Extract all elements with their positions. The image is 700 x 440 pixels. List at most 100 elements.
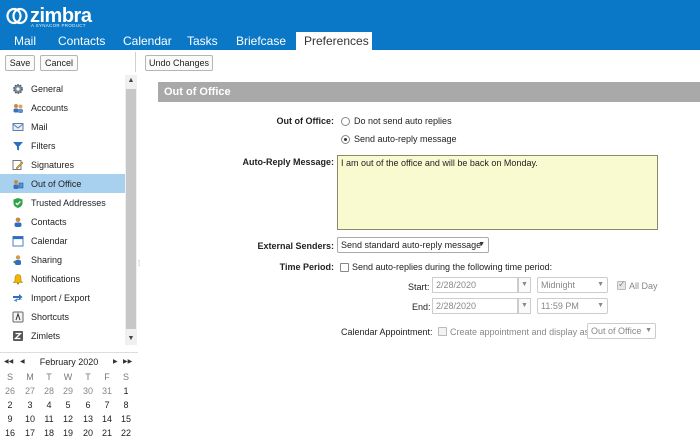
calendar-day[interactable]: 5 [59, 399, 77, 412]
calendar-day[interactable]: 16 [1, 427, 19, 440]
calendar-day[interactable]: 18 [40, 427, 58, 440]
app-tabs: Mail Contacts Calendar Tasks Briefcase P… [0, 32, 372, 50]
calendar-day[interactable]: 14 [98, 413, 116, 426]
calendar-day[interactable]: 3 [21, 399, 39, 412]
sidebar-item-calendar[interactable]: Calendar [0, 231, 125, 250]
zimbra-logo-icon [6, 7, 28, 25]
top-bar: zimbra A SYNACOR PRODUCT Mail Contacts C… [0, 0, 700, 50]
tab-tasks[interactable]: Tasks [180, 32, 228, 50]
mini-calendar-month[interactable]: February 2020 [34, 355, 104, 369]
all-day-label: All Day [629, 281, 658, 291]
auto-reply-textarea[interactable]: I am out of the office and will be back … [337, 155, 658, 230]
sidebar-item-shortcuts[interactable]: Shortcuts [0, 307, 125, 326]
calendar-day[interactable]: 27 [21, 385, 39, 398]
sidebar-item-sharing[interactable]: Sharing [0, 250, 125, 269]
calendar-day[interactable]: 28 [40, 385, 58, 398]
sidebar-item-notifications[interactable]: Notifications [0, 269, 125, 288]
tab-preferences[interactable]: Preferences [296, 32, 372, 50]
sidebar-item-zimlets[interactable]: Zimlets [0, 326, 125, 345]
logo-subtitle: A SYNACOR PRODUCT [31, 23, 86, 28]
dropdown-arrow-icon: ▼ [597, 281, 604, 288]
sidebar-resize-handle[interactable] [138, 75, 142, 435]
calendar-day[interactable]: 17 [21, 427, 39, 440]
send-auto-reply-radio[interactable] [341, 135, 350, 144]
scroll-up-arrow-icon[interactable]: ▲ [125, 75, 137, 87]
calendar-day[interactable]: 10 [21, 413, 39, 426]
sidebar-item-trusted-addresses[interactable]: Trusted Addresses [0, 193, 125, 212]
calendar-day[interactable]: 20 [79, 427, 97, 440]
next-year-icon[interactable]: ▶▶ [123, 355, 132, 369]
tab-calendar[interactable]: Calendar [114, 32, 180, 50]
external-senders-select[interactable]: Send standard auto-reply message ▼ [337, 237, 489, 253]
send-auto-reply-label[interactable]: Send auto-reply message [354, 134, 457, 144]
prev-year-icon[interactable]: ◀◀ [4, 355, 13, 369]
start-date-field[interactable]: 2/28/2020 [432, 277, 518, 293]
dropdown-arrow-icon: ▼ [645, 327, 652, 334]
scrollbar-thumb[interactable] [126, 89, 136, 329]
sidebar-item-signatures[interactable]: Signatures [0, 155, 125, 174]
calendar-day[interactable]: 21 [98, 427, 116, 440]
calendar-day[interactable]: 12 [59, 413, 77, 426]
calendar-day[interactable]: 11 [40, 413, 58, 426]
calendar-day[interactable]: 29 [59, 385, 77, 398]
dow-label: T [85, 372, 91, 382]
cancel-button[interactable]: Cancel [40, 55, 78, 71]
resize-grip-icon[interactable]: ⁞ [138, 260, 142, 276]
toolbar-divider [135, 52, 136, 72]
sidebar-item-out-of-office[interactable]: Out of Office [0, 174, 125, 193]
calendar-day[interactable]: 8 [117, 399, 135, 412]
dow-label: W [63, 372, 73, 382]
calendar-day[interactable]: 30 [79, 385, 97, 398]
calendar-day[interactable]: 7 [98, 399, 116, 412]
sidebar-item-filters[interactable]: Filters [0, 136, 125, 155]
no-auto-reply-label[interactable]: Do not send auto replies [354, 116, 452, 126]
end-time-select[interactable]: 11:59 PM ▼ [537, 298, 608, 314]
mini-calendar-week: 2 3 4 5 6 7 8 [0, 399, 138, 412]
sidebar-item-label: Import / Export [31, 292, 91, 303]
sidebar-item-label: Signatures [31, 159, 75, 170]
signature-icon [12, 159, 24, 171]
undo-changes-button[interactable]: Undo Changes [145, 55, 213, 71]
section-title: Out of Office [158, 82, 700, 102]
tab-mail[interactable]: Mail [0, 32, 48, 50]
sidebar-item-mail[interactable]: Mail [0, 117, 125, 136]
calendar-day[interactable]: 26 [1, 385, 19, 398]
sidebar-item-import-export[interactable]: Import / Export [0, 288, 125, 307]
sidebar-item-general[interactable]: General [0, 79, 125, 98]
no-auto-reply-radio[interactable] [341, 117, 350, 126]
calendar-day[interactable]: 13 [79, 413, 97, 426]
sidebar-item-contacts[interactable]: Contacts [0, 212, 125, 231]
calendar-day[interactable]: 19 [59, 427, 77, 440]
calendar-day[interactable]: 31 [98, 385, 116, 398]
calendar-day[interactable]: 15 [117, 413, 135, 426]
dow-label: F [104, 372, 110, 382]
mini-calendar-header: ◀◀ ◀ February 2020 ▶ ▶▶ [0, 355, 138, 369]
appointment-status-select[interactable]: Out of Office ▼ [587, 323, 656, 339]
start-time-select[interactable]: Midnight ▼ [537, 277, 608, 293]
calendar-day[interactable]: 4 [40, 399, 58, 412]
sidebar-scrollbar[interactable]: ▲ ▼ [125, 75, 137, 345]
next-month-icon[interactable]: ▶ [113, 355, 118, 369]
filter-icon [12, 140, 24, 152]
calendar-day[interactable]: 22 [117, 427, 135, 440]
end-date-field[interactable]: 2/28/2020 [432, 298, 518, 314]
calendar-day[interactable]: 6 [79, 399, 97, 412]
calendar-day[interactable]: 1 [117, 385, 135, 398]
tab-contacts[interactable]: Contacts [48, 32, 114, 50]
save-button[interactable]: Save [5, 55, 35, 71]
start-time-value: Midnight [541, 280, 576, 290]
import-export-icon [12, 292, 24, 304]
time-period-checkbox-label[interactable]: Send auto-replies during the following t… [352, 262, 552, 272]
create-appointment-checkbox[interactable] [438, 327, 447, 336]
time-period-checkbox[interactable] [340, 263, 349, 272]
calendar-day[interactable]: 9 [1, 413, 19, 426]
sidebar-item-accounts[interactable]: Accounts [0, 98, 125, 117]
calendar-day[interactable]: 2 [1, 399, 19, 412]
start-date-picker-icon[interactable]: ▼ [518, 277, 531, 293]
tab-briefcase[interactable]: Briefcase [228, 32, 296, 50]
mail-icon [12, 121, 24, 133]
all-day-checkbox[interactable] [617, 279, 626, 290]
prev-month-icon[interactable]: ◀ [20, 355, 25, 369]
scroll-down-arrow-icon[interactable]: ▼ [125, 333, 137, 345]
end-date-picker-icon[interactable]: ▼ [518, 298, 531, 314]
